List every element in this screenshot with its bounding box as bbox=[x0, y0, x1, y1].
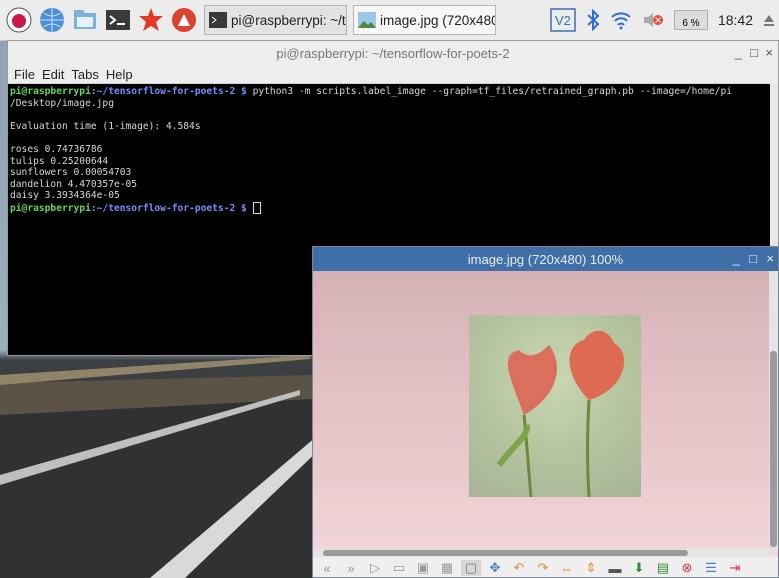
task-image-viewer[interactable]: image.jpg (720x480)... bbox=[353, 5, 496, 35]
open-file-icon[interactable]: ▬ bbox=[605, 560, 625, 576]
terminal-title: pi@raspberrypi: ~/tensorflow-for-poets-2 bbox=[276, 45, 510, 61]
terminal-launcher-icon[interactable] bbox=[104, 6, 132, 34]
web-browser-icon[interactable] bbox=[38, 6, 66, 34]
prompt-user: pi@raspberrypi bbox=[10, 86, 91, 97]
bluetooth-icon[interactable] bbox=[586, 9, 600, 31]
evaluation-time-line: Evaluation time (1-image): 4.584s bbox=[10, 120, 201, 132]
command-continuation: /Desktop/image.jpg bbox=[10, 97, 114, 109]
taskbar: pi@raspberrypi: ~/te... image.jpg (720x4… bbox=[0, 0, 779, 41]
result-line: daisy 3.3934364e-05 bbox=[10, 190, 120, 202]
terminal-output[interactable]: pi@raspberrypi:~/tensorflow-for-poets-2 … bbox=[8, 84, 778, 217]
svg-text:V2: V2 bbox=[555, 13, 571, 28]
preferences-icon[interactable]: ☰ bbox=[701, 560, 721, 576]
maximize-button[interactable]: □ bbox=[749, 251, 757, 266]
menu-file[interactable]: File bbox=[14, 67, 35, 82]
delete-icon[interactable]: ⊗ bbox=[677, 560, 697, 576]
original-size-icon[interactable]: ▢ bbox=[461, 560, 481, 576]
slideshow-icon[interactable]: ▷ bbox=[365, 560, 385, 576]
raspberry-menu-icon[interactable] bbox=[5, 6, 33, 34]
terminal-icon bbox=[209, 12, 227, 28]
task-terminal-label: pi@raspberrypi: ~/te... bbox=[231, 12, 346, 28]
menu-tabs[interactable]: Tabs bbox=[71, 67, 98, 82]
minimize-button[interactable]: _ bbox=[735, 45, 742, 60]
zoom-in-icon[interactable]: ▣ bbox=[413, 560, 433, 576]
menu-help[interactable]: Help bbox=[106, 67, 133, 82]
previous-icon[interactable]: « bbox=[317, 560, 337, 576]
task-image-viewer-label: image.jpg (720x480)... bbox=[380, 12, 495, 28]
prompt-user: pi@raspberrypi bbox=[10, 202, 91, 214]
fit-window-icon[interactable]: ▦ bbox=[437, 560, 457, 576]
wifi-icon[interactable] bbox=[610, 10, 632, 30]
image-viewer-window: image.jpg (720x480) 100% _ □ × « » ▷ ▭ ▣… bbox=[312, 246, 779, 578]
next-icon[interactable]: » bbox=[341, 560, 361, 576]
cpu-usage-value: 6 % bbox=[673, 10, 708, 30]
system-tray: V2 6 % 18:42 bbox=[540, 0, 779, 40]
terminal-menubar: File Edit Tabs Help bbox=[8, 65, 778, 84]
scroll-thumb[interactable] bbox=[323, 550, 688, 556]
image-viewer-title: image.jpg (720x480) 100% bbox=[467, 251, 624, 267]
tulip-photo bbox=[469, 315, 641, 498]
save-icon[interactable]: ⬇ bbox=[629, 560, 649, 576]
fullscreen-icon[interactable]: ✥ bbox=[485, 560, 505, 576]
save-as-icon[interactable]: ▤ bbox=[653, 560, 673, 576]
image-icon bbox=[358, 12, 376, 28]
scroll-thumb[interactable] bbox=[770, 351, 777, 547]
maximize-button[interactable]: □ bbox=[750, 45, 758, 60]
command-text: python3 -m scripts.label_image --graph=t… bbox=[252, 86, 733, 97]
terminal-titlebar[interactable]: pi@raspberrypi: ~/tensorflow-for-poets-2… bbox=[8, 41, 778, 65]
cpu-usage-monitor: 6 % bbox=[673, 10, 708, 30]
text-cursor bbox=[252, 201, 261, 214]
close-button[interactable]: × bbox=[766, 251, 774, 266]
result-line: dandelion 4.470357e-05 bbox=[10, 178, 138, 190]
image-canvas[interactable] bbox=[313, 271, 771, 549]
result-line: tulips 0.25200644 bbox=[10, 155, 109, 167]
image-viewer-titlebar[interactable]: image.jpg (720x480) 100% _ □ × bbox=[313, 247, 778, 271]
volume-muted-icon[interactable] bbox=[642, 10, 664, 30]
vnc-icon[interactable]: V2 bbox=[550, 8, 576, 32]
clock[interactable]: 18:42 bbox=[718, 12, 753, 28]
menu-edit[interactable]: Edit bbox=[42, 67, 64, 82]
image-vertical-scrollbar[interactable] bbox=[769, 271, 778, 549]
result-line: roses 0.74736786 bbox=[10, 143, 103, 155]
image-viewer-toolbar: « » ▷ ▭ ▣ ▦ ▢ ✥ ↶ ↷ ⇔ ⇕ ▬ ⬇ ▤ ⊗ ☰ ⇥ bbox=[313, 557, 778, 577]
wolfram-icon[interactable] bbox=[170, 6, 198, 34]
minimize-button[interactable]: _ bbox=[733, 251, 740, 266]
prompt-path: :~/tensorflow-for-poets-2 $ bbox=[90, 202, 253, 214]
flip-horizontal-icon[interactable]: ⇔ bbox=[557, 560, 577, 576]
image-horizontal-scrollbar[interactable] bbox=[313, 549, 771, 557]
zoom-out-icon[interactable]: ▭ bbox=[389, 560, 409, 576]
close-button[interactable]: × bbox=[765, 45, 773, 60]
mathematica-icon[interactable] bbox=[137, 6, 165, 34]
eject-icon[interactable] bbox=[763, 13, 775, 27]
file-manager-icon[interactable] bbox=[71, 6, 99, 34]
rotate-right-icon[interactable]: ↷ bbox=[533, 560, 553, 576]
prompt-path: :~/tensorflow-for-poets-2 $ bbox=[90, 86, 253, 97]
result-line: sunflowers 0.00054703 bbox=[10, 167, 132, 179]
rotate-left-icon[interactable]: ↶ bbox=[509, 560, 529, 576]
clock-time: 18:42 bbox=[717, 12, 753, 28]
flip-vertical-icon[interactable]: ⇕ bbox=[581, 560, 601, 576]
quit-icon[interactable]: ⇥ bbox=[725, 560, 745, 576]
task-terminal[interactable]: pi@raspberrypi: ~/te... bbox=[204, 5, 347, 35]
